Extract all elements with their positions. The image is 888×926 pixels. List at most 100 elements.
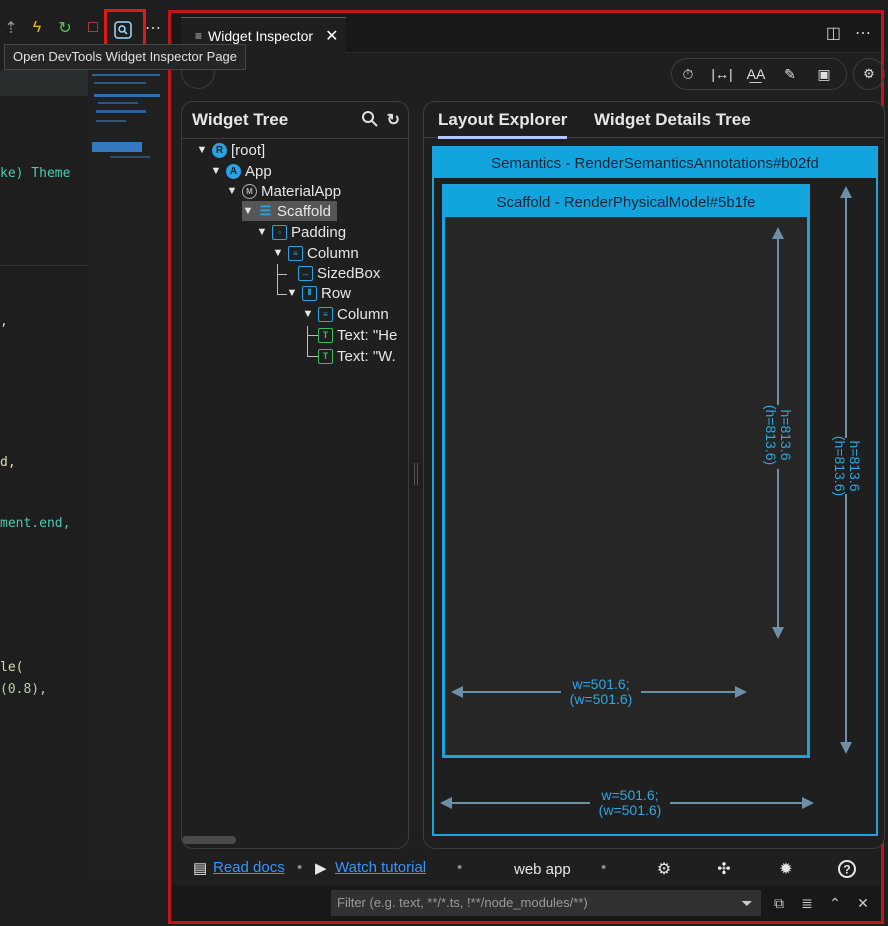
- outer-width-value: w=501.6;: [601, 787, 659, 803]
- copy-icon[interactable]: ⧉: [769, 893, 789, 913]
- current-line: [0, 70, 88, 96]
- baselines-icon[interactable]: A͟A: [742, 60, 770, 88]
- read-docs-link[interactable]: Read docs: [213, 859, 285, 876]
- stop-icon[interactable]: □: [82, 16, 104, 40]
- chevron-up-icon[interactable]: ⌃: [825, 893, 845, 913]
- code-line: le(: [0, 660, 24, 675]
- widget-inspector-panel: ≡ Widget Inspector ✕ ◫ ⋯ ⏱ |↔| A͟A ✎ ▣ ⚙…: [168, 10, 885, 924]
- tab-actions: ◫ ⋯: [826, 23, 871, 43]
- chevron-down-icon[interactable]: ▼: [256, 226, 268, 238]
- tab-layout-explorer[interactable]: Layout Explorer: [438, 110, 568, 139]
- divider: [0, 265, 88, 266]
- refresh-icon[interactable]: ↻: [387, 110, 400, 133]
- word-wrap-icon[interactable]: ≣: [797, 893, 817, 913]
- padding-icon: ▫: [272, 224, 287, 240]
- close-icon[interactable]: ✕: [853, 893, 873, 913]
- scaffold-box[interactable]: Scaffold - RenderPhysicalModel#5b1fe h=8…: [442, 184, 810, 758]
- chevron-down-icon[interactable]: ▼: [272, 247, 284, 259]
- tree-node-app[interactable]: ▼ A App: [210, 161, 272, 181]
- chevron-down-icon[interactable]: ▼: [302, 308, 314, 320]
- step-out-icon[interactable]: ⇡: [0, 16, 22, 40]
- filter-icon[interactable]: ⏷: [737, 893, 757, 913]
- minimap[interactable]: [88, 70, 164, 880]
- guidelines-icon[interactable]: |↔|: [708, 60, 736, 88]
- details-tabs: Layout Explorer Widget Details Tree: [424, 102, 884, 139]
- separator-dot: •: [457, 859, 463, 876]
- code-editor[interactable]: ⇡ ϟ ↻ □ ⋯ Open DevTools Widget Inspector…: [0, 0, 247, 926]
- slow-animations-icon[interactable]: ⏱: [674, 60, 702, 88]
- node-label: Text: "He: [337, 326, 398, 344]
- separator-dot: •: [297, 859, 303, 876]
- tree-node-sizedbox[interactable]: ↔ SizedBox: [298, 263, 380, 283]
- tree-node-scaffold[interactable]: ▼ ☰ Scaffold: [242, 201, 337, 221]
- tree-node-text-2[interactable]: T Text: "W.: [318, 346, 396, 366]
- tree-connector: [277, 264, 278, 294]
- extensions-icon[interactable]: ✣: [712, 857, 736, 881]
- node-label: Row: [321, 284, 352, 302]
- preview-icon: ≡: [195, 28, 203, 43]
- sizedbox-icon: ↔: [298, 265, 313, 281]
- divider: [182, 138, 408, 139]
- chevron-down-icon[interactable]: ▼: [242, 205, 254, 217]
- node-label: Scaffold: [277, 202, 331, 220]
- close-icon[interactable]: ✕: [325, 26, 338, 46]
- invert-images-icon[interactable]: ▣: [810, 60, 838, 88]
- tree-connector: [307, 326, 308, 356]
- filter-bar: Filter (e.g. text, **/*.ts, !**/node_mod…: [171, 885, 881, 921]
- bug-icon[interactable]: ✹: [774, 857, 798, 881]
- devtools-toolbar: ⏱ |↔| A͟A ✎ ▣ ⚙: [171, 53, 885, 99]
- semantics-box[interactable]: Semantics - RenderSemanticsAnnotations#b…: [432, 146, 878, 836]
- tab-widget-details-tree[interactable]: Widget Details Tree: [594, 110, 751, 130]
- help-icon[interactable]: ?: [835, 857, 859, 881]
- repaint-rainbow-icon[interactable]: ✎: [776, 60, 804, 88]
- node-label: Padding: [291, 223, 347, 241]
- text-icon: T: [318, 327, 333, 343]
- outer-width-label: w=501.6; (w=501.6): [590, 788, 670, 818]
- tree-node-root[interactable]: ▼ R [root]: [196, 140, 266, 160]
- tooltip: Open DevTools Widget Inspector Page: [4, 44, 247, 70]
- tab-title: Widget Inspector: [208, 27, 314, 44]
- panel-splitter[interactable]: [414, 463, 418, 485]
- text-icon: T: [318, 348, 333, 364]
- split-editor-icon[interactable]: ◫: [826, 23, 841, 43]
- tree-node-column[interactable]: ▼ ≡ Column: [272, 243, 359, 263]
- docs-icon: ▤: [193, 860, 208, 877]
- dimension-line: [845, 494, 847, 744]
- dimension-line: [845, 198, 847, 438]
- arrow-up-icon: [840, 186, 852, 198]
- dimension-line: [461, 691, 561, 693]
- mode-label: web app: [514, 861, 571, 878]
- tree-node-text-1[interactable]: T Text: "He: [318, 325, 397, 345]
- video-icon: ▶: [315, 860, 327, 877]
- column-icon: ≡: [288, 245, 303, 261]
- chevron-down-icon[interactable]: ▼: [210, 165, 222, 177]
- layout-explorer-panel: Layout Explorer Widget Details Tree Sema…: [423, 101, 885, 849]
- restart-icon[interactable]: ↻: [54, 16, 76, 40]
- outer-width-constraint: (w=501.6): [598, 802, 662, 818]
- filter-input[interactable]: Filter (e.g. text, **/*.ts, !**/node_mod…: [331, 890, 761, 916]
- watch-tutorial-link[interactable]: Watch tutorial: [335, 859, 426, 876]
- search-icon[interactable]: [361, 110, 379, 133]
- tree-node-padding[interactable]: ▼ ▫ Padding: [256, 222, 347, 242]
- tree-node-column-inner[interactable]: ▼ ≡ Column: [302, 304, 389, 324]
- widget-tree-panel: Widget Tree ↻ ▼ R [root] ▼ A App ▼ M Mat: [181, 101, 409, 849]
- chevron-down-icon[interactable]: ▼: [286, 287, 298, 299]
- row-icon: ⦀: [302, 285, 317, 301]
- settings-icon[interactable]: ⚙: [652, 857, 676, 881]
- more-actions-icon[interactable]: ⋯: [855, 23, 871, 43]
- horizontal-scrollbar[interactable]: [182, 836, 236, 844]
- tree-node-materialapp[interactable]: ▼ M MaterialApp: [226, 181, 342, 201]
- hot-reload-icon[interactable]: ϟ: [26, 16, 48, 40]
- node-label: App: [245, 162, 272, 180]
- separator-dot: •: [601, 859, 607, 876]
- code-line: d,: [0, 455, 16, 470]
- tree-node-row[interactable]: ▼ ⦀ Row: [286, 283, 351, 303]
- app-icon: A: [226, 163, 241, 179]
- inner-height-value: h=813.6: [778, 409, 794, 461]
- svg-text:?: ?: [843, 863, 850, 877]
- dimension-line: [777, 469, 779, 631]
- settings-icon[interactable]: ⚙: [853, 58, 885, 90]
- chevron-down-icon[interactable]: ▼: [196, 144, 208, 156]
- chevron-down-icon[interactable]: ▼: [226, 185, 238, 197]
- code-line: ,: [0, 314, 8, 329]
